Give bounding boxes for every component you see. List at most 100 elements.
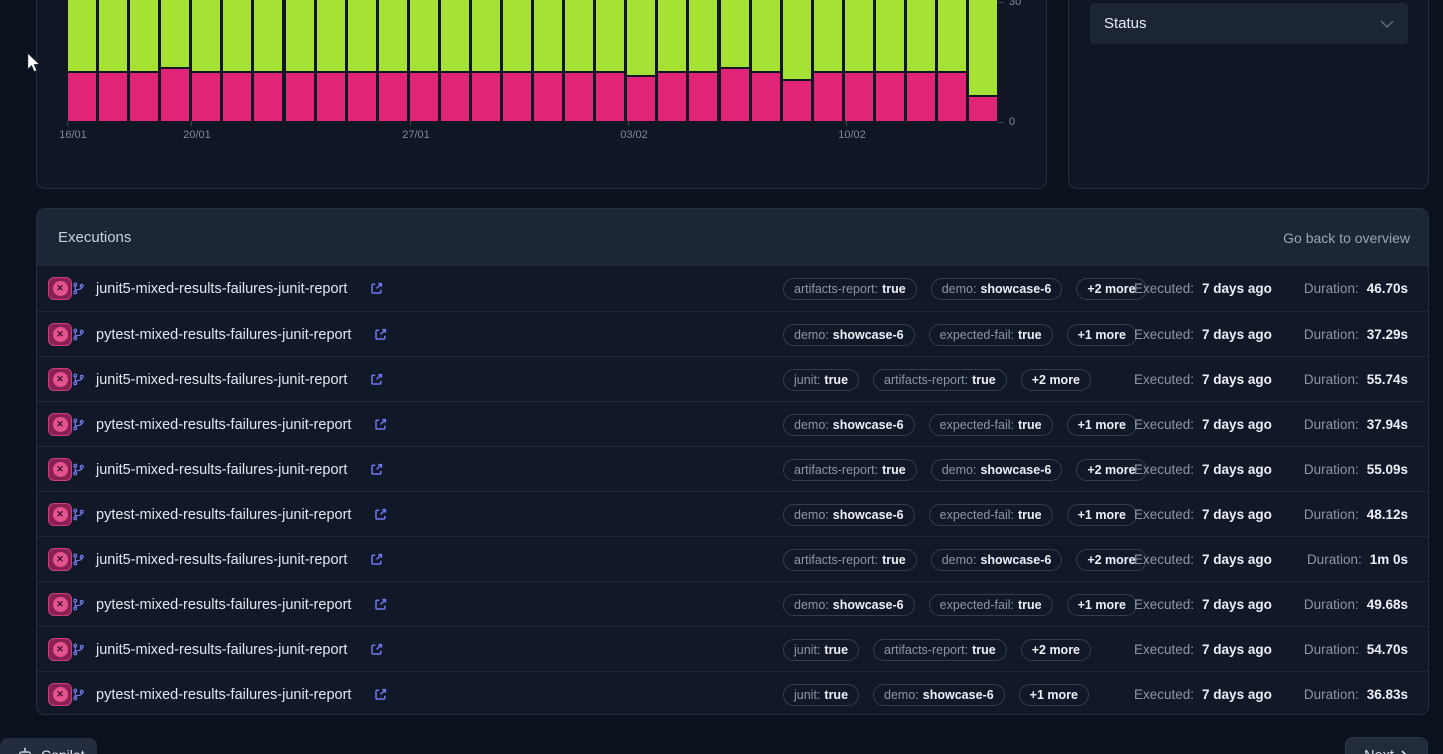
tag-value: showcase-6 <box>980 463 1051 477</box>
tag-pill[interactable]: artifacts-report:true <box>873 639 1007 661</box>
tag-pill[interactable]: junit:true <box>783 639 859 661</box>
status-failed-icon: ✕ <box>48 458 72 481</box>
failed-x-icon: ✕ <box>53 642 68 657</box>
duration-value: 1m 0s <box>1370 552 1408 567</box>
failed-x-icon: ✕ <box>53 507 68 522</box>
status-failed-icon: ✕ <box>48 323 72 346</box>
tag-pill[interactable]: demo:showcase-6 <box>931 549 1063 571</box>
external-link-icon[interactable] <box>373 507 388 522</box>
tag-pill[interactable]: expected-fail:true <box>929 324 1053 346</box>
tag-more-pill[interactable]: +1 more <box>1067 414 1137 436</box>
copilot-label: Copilot <box>41 747 85 754</box>
external-link-icon[interactable] <box>373 687 388 702</box>
chevron-right-icon <box>1401 750 1409 754</box>
external-link-icon[interactable] <box>369 552 384 567</box>
duration-value: 37.94s <box>1367 417 1408 432</box>
tag-pill[interactable]: junit:true <box>783 369 859 391</box>
execution-row[interactable]: ✕junit5-mixed-results-failures-junit-rep… <box>37 446 1428 491</box>
tag-more-pill[interactable]: +2 more <box>1021 369 1091 391</box>
tag-pill[interactable]: expected-fail:true <box>929 594 1053 616</box>
execution-duration-cell: Duration:36.83s <box>1304 672 1408 715</box>
git-branch-icon <box>72 507 85 522</box>
executed-label: Executed: <box>1134 462 1194 477</box>
execution-row[interactable]: ✕pytest-mixed-results-failures-junit-rep… <box>37 581 1428 626</box>
duration-label: Duration: <box>1307 552 1362 567</box>
executed-value: 7 days ago <box>1202 552 1272 567</box>
external-link-icon[interactable] <box>373 327 388 342</box>
execution-duration-cell: Duration:37.94s <box>1304 402 1408 447</box>
duration-value: 54.70s <box>1367 642 1408 657</box>
execution-row[interactable]: ✕pytest-mixed-results-failures-junit-rep… <box>37 311 1428 356</box>
tag-more-pill[interactable]: +1 more <box>1067 594 1137 616</box>
execution-tags: junit:true artifacts-report:true +2 more <box>783 627 1091 672</box>
external-link-icon[interactable] <box>369 462 384 477</box>
duration-label: Duration: <box>1304 462 1359 477</box>
duration-value: 36.83s <box>1367 687 1408 702</box>
git-branch-icon <box>72 462 85 477</box>
tag-more-pill[interactable]: +1 more <box>1067 324 1137 346</box>
duration-label: Duration: <box>1304 642 1359 657</box>
tag-more-pill[interactable]: +1 more <box>1067 504 1137 526</box>
tag-pill[interactable]: demo:showcase-6 <box>931 278 1063 300</box>
execution-row[interactable]: ✕ pytest-mixed-results-failures-junit-rep… <box>37 491 1428 536</box>
tag-key: artifacts-report: <box>794 282 878 296</box>
tag-pill[interactable]: artifacts-report:true <box>873 369 1007 391</box>
execution-row[interactable]: ✕pytest-mixed-results-failures-junit-rep… <box>37 671 1428 715</box>
execution-row[interactable]: ✕junit5-mixed-results-failures-junit-rep… <box>37 266 1428 311</box>
tag-more-label: +2 more <box>1087 463 1135 477</box>
status-filter-select[interactable]: Status <box>1090 3 1408 44</box>
external-link-icon[interactable] <box>369 281 384 296</box>
external-link-icon[interactable] <box>373 417 388 432</box>
execution-row[interactable]: ✕ junit5-mixed-results-failures-junit-rep… <box>37 626 1428 671</box>
filters-panel: Status <box>1068 0 1429 189</box>
executed-value: 7 days ago <box>1202 642 1272 657</box>
status-failed-icon: ✕ <box>48 277 72 300</box>
tag-pill[interactable]: expected-fail:true <box>929 504 1053 526</box>
executed-value: 7 days ago <box>1202 281 1272 296</box>
tag-pill[interactable]: demo:showcase-6 <box>783 324 915 346</box>
tag-more-label: +2 more <box>1032 373 1080 387</box>
copilot-bot-icon <box>17 747 33 754</box>
failed-x-icon: ✕ <box>53 552 68 567</box>
tag-pill[interactable]: demo:showcase-6 <box>931 459 1063 481</box>
duration-label: Duration: <box>1304 372 1359 387</box>
failed-x-icon: ✕ <box>53 372 68 387</box>
tag-pill[interactable]: demo:showcase-6 <box>783 414 915 436</box>
tag-pill[interactable]: expected-fail:true <box>929 414 1053 436</box>
execution-name: pytest-mixed-results-failures-junit-repo… <box>96 507 351 523</box>
execution-row[interactable]: ✕junit5-mixed-results-failures-junit-rep… <box>37 356 1428 401</box>
tag-value: true <box>1018 598 1042 612</box>
tag-pill[interactable]: artifacts-report:true <box>783 549 917 571</box>
tag-pill[interactable]: demo:showcase-6 <box>783 504 915 526</box>
execution-row[interactable]: ✕junit5-mixed-results-failures-junit-rep… <box>37 536 1428 581</box>
tag-more-pill[interactable]: +1 more <box>1019 684 1089 706</box>
duration-value: 37.29s <box>1367 327 1408 342</box>
tag-pill[interactable]: artifacts-report:true <box>783 459 917 481</box>
duration-label: Duration: <box>1304 507 1359 522</box>
git-branch-icon <box>72 597 85 612</box>
tag-value: true <box>824 373 848 387</box>
execution-executed-cell: Executed:7 days ago <box>1134 266 1272 311</box>
next-page-button[interactable]: Next <box>1345 737 1428 754</box>
execution-tags: demo:showcase-6 expected-fail:true +1 more <box>783 312 1137 357</box>
tag-value: showcase-6 <box>980 553 1051 567</box>
external-link-icon[interactable] <box>369 642 384 657</box>
executions-rows: ✕ junit5-mixed-results-failures-junit-rep… <box>37 266 1428 715</box>
tag-pill[interactable]: demo:showcase-6 <box>783 594 915 616</box>
execution-main-cell: ✕pytest-mixed-results-failures-junit-rep… <box>48 672 388 715</box>
external-link-icon[interactable] <box>373 597 388 612</box>
duration-label: Duration: <box>1304 281 1359 296</box>
tag-more-pill[interactable]: +2 more <box>1021 639 1091 661</box>
copilot-button[interactable]: Copilot <box>0 738 97 754</box>
tag-pill[interactable]: demo:showcase-6 <box>873 684 1005 706</box>
external-link-icon[interactable] <box>369 372 384 387</box>
go-back-overview-link[interactable]: Go back to overview <box>1283 230 1410 246</box>
execution-name: junit5-mixed-results-failures-junit-repo… <box>96 642 347 658</box>
executed-value: 7 days ago <box>1202 327 1272 342</box>
execution-row[interactable]: ✕pytest-mixed-results-failures-junit-rep… <box>37 401 1428 446</box>
execution-executed-cell: Executed:7 days ago <box>1134 357 1272 402</box>
tag-more-label: +2 more <box>1087 282 1135 296</box>
tag-pill[interactable]: junit:true <box>783 684 859 706</box>
tag-pill[interactable]: artifacts-report:true <box>783 278 917 300</box>
tag-value: true <box>972 643 996 657</box>
